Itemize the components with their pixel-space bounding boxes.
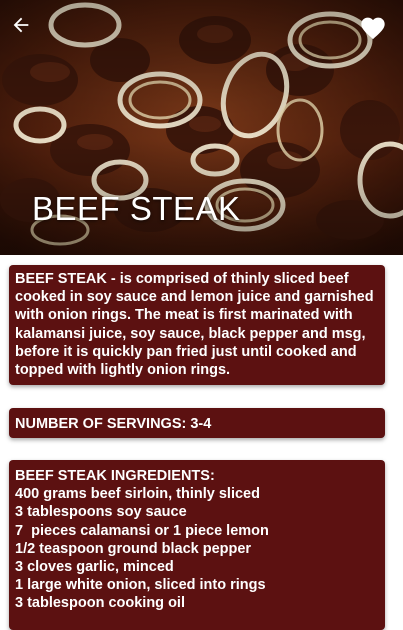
ingredient-item: 3 tablespoon cooking oil xyxy=(15,595,185,612)
ingredient-item: 3 cloves garlic, minced xyxy=(15,559,174,576)
description-card: BEEF STEAK - is comprised of thinly slic… xyxy=(9,265,385,385)
ingredient-item: 1 large white onion, sliced into rings xyxy=(15,577,266,594)
recipe-title: BEEF STEAK xyxy=(32,190,241,227)
ingredients-card: BEEF STEAK INGREDIENTS: 400 grams beef s… xyxy=(9,460,385,630)
ingredient-item: 7 pieces calamansi or 1 piece lemon xyxy=(15,522,269,539)
ingredient-item: 3 tablespoons soy sauce xyxy=(15,504,187,521)
servings-card: NUMBER OF SERVINGS: 3-4 xyxy=(9,408,385,438)
recipe-hero-image: BEEF STEAK xyxy=(0,0,403,255)
ingredient-item: 400 grams beef sirloin, thinly sliced xyxy=(15,486,260,503)
arrow-left-icon xyxy=(13,17,29,33)
favorite-button[interactable] xyxy=(359,14,393,48)
ingredient-item: 1/2 teaspoon ground black pepper xyxy=(15,540,252,557)
servings-text: NUMBER OF SERVINGS: 3-4 xyxy=(15,416,212,432)
heart-icon xyxy=(361,17,385,40)
ingredients-heading: BEEF STEAK INGREDIENTS: xyxy=(15,468,215,484)
back-button[interactable] xyxy=(10,14,44,48)
description-text: BEEF STEAK - is comprised of thinly slic… xyxy=(15,271,374,379)
